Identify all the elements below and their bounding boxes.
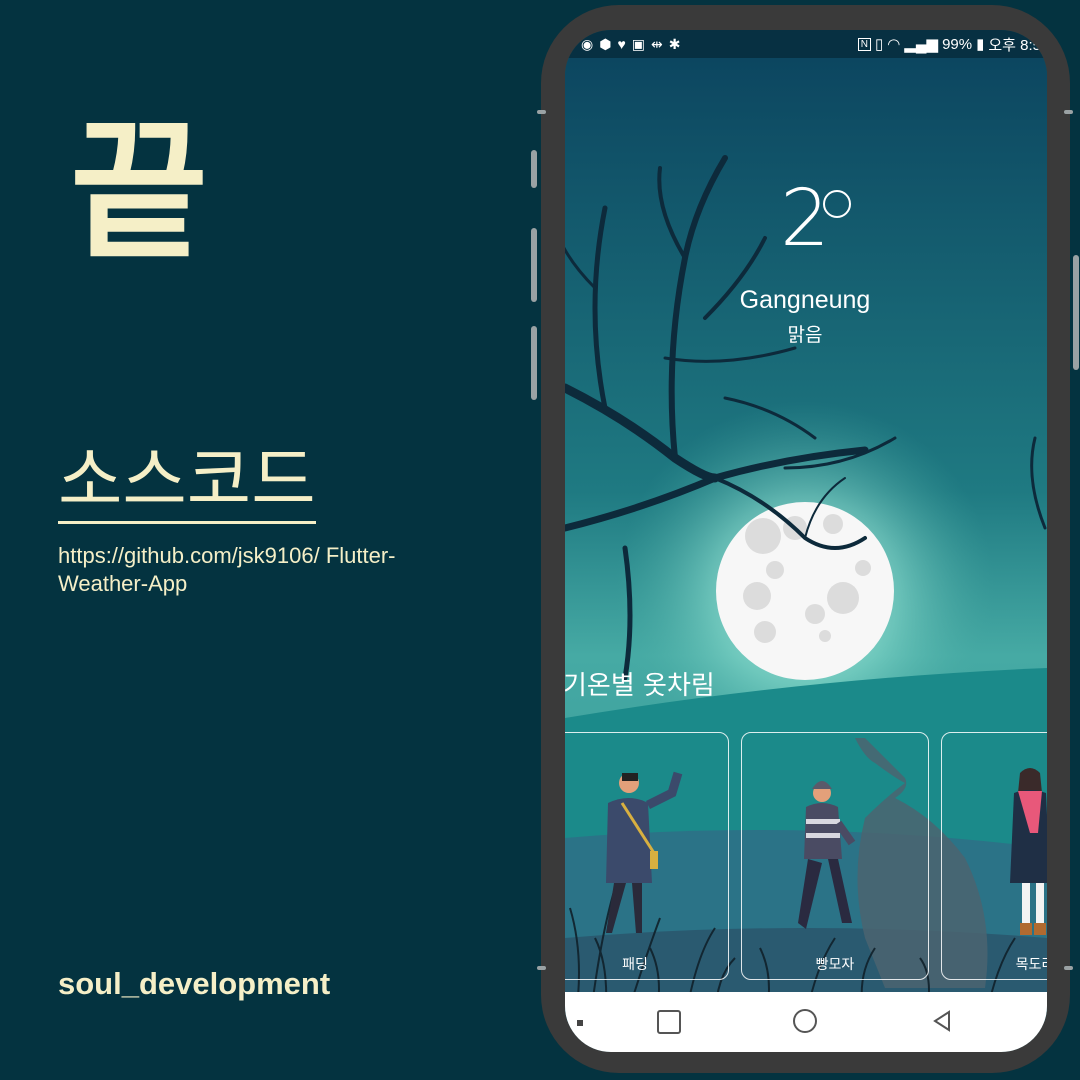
repo-link[interactable]: https://github.com/jsk9106/ Flutter-Weat… [58, 542, 398, 597]
scarf-person-illustration [1010, 768, 1047, 935]
outfit-card[interactable]: 패딩 [565, 732, 729, 980]
sync-icon: ◉ [581, 35, 594, 52]
recent-apps-icon[interactable] [657, 1010, 681, 1034]
side-button-bottom-left [537, 966, 546, 970]
power-button [1073, 255, 1079, 370]
phone-screen: ◉ ⬢ ♥ ▣ ⇹ ✱ N ▯ ◠ ▂▄▆ 99% ▮ 오후 8:5 2 Gan… [565, 30, 1047, 1052]
outfit-card[interactable]: 빵모자 [741, 732, 929, 980]
status-bar: ◉ ⬢ ♥ ▣ ⇹ ✱ N ▯ ◠ ▂▄▆ 99% ▮ 오후 8:5 [565, 30, 1047, 58]
temperature-value: 2 [780, 174, 830, 264]
nfc-icon: N [857, 37, 872, 51]
outfit-card-label: 패딩 [622, 957, 648, 973]
usb-icon: ⇹ [651, 35, 663, 52]
volume-up-button [531, 150, 537, 188]
padding-person-illustration [606, 771, 683, 933]
vibrate-icon: ▯ [875, 36, 884, 53]
weather-condition: 맑음 [787, 324, 823, 346]
side-button-top [537, 110, 546, 114]
signal-icon: ▂▄▆ [904, 36, 939, 53]
bug-icon: ✱ [668, 35, 681, 52]
battery-percent: 99% [942, 35, 973, 53]
beanie-person-illustration [798, 781, 856, 929]
outfit-card-label: 목도리 [1015, 957, 1047, 973]
degree-symbol [823, 190, 851, 218]
package-icon: ⬢ [599, 35, 612, 52]
clock: 오후 8:5 [988, 36, 1041, 54]
battery-icon: ▮ [976, 36, 985, 53]
author-handle: soul_development [58, 966, 331, 1001]
source-code-heading: 소스코드 [58, 442, 316, 524]
volume-down-button [531, 228, 537, 302]
android-navigation-bar [565, 992, 1047, 1052]
bixby-button [531, 326, 537, 400]
outfit-card-label: 빵모자 [815, 957, 855, 973]
heart-icon: ♥ [617, 35, 626, 52]
outfit-section-title: 기온별 옷차림 [565, 671, 715, 701]
home-button-icon[interactable] [793, 1009, 817, 1033]
back-button-icon[interactable] [931, 1010, 953, 1032]
outfit-card[interactable]: 목도리 [941, 732, 1047, 980]
nav-indicator-icon [577, 1020, 583, 1026]
image-icon: ▣ [631, 35, 645, 52]
city-name: Gangneung [739, 286, 871, 314]
side-button-top-right [1064, 110, 1073, 114]
wifi-icon: ◠ [887, 36, 901, 53]
side-button-bottom-right [1064, 966, 1073, 970]
end-title: 끝 [70, 106, 208, 280]
